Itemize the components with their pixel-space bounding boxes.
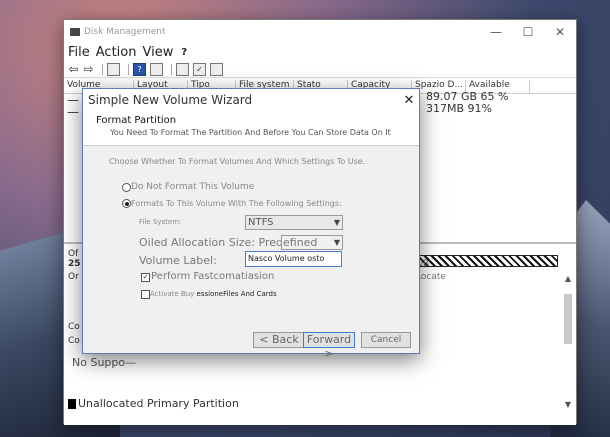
radio-format[interactable]: [122, 199, 131, 208]
wizard-header: Format Partition You Need To Format The …: [83, 111, 419, 146]
volume-label-input[interactable]: Nasco Volume osto: [245, 251, 342, 267]
list-view-icon[interactable]: [210, 62, 223, 76]
minimize-button[interactable]: —: [480, 25, 512, 39]
new-volume-wizard-dialog: Simple New Volume Wizard ✕ Format Partit…: [82, 88, 420, 360]
scroll-down-icon[interactable]: ▼: [562, 400, 574, 409]
forward-arrow-icon[interactable]: ⇨: [83, 63, 94, 75]
compression-label[interactable]: Activate Buy essioneFiles And Cards: [150, 290, 277, 298]
chevron-down-icon: ▼: [333, 218, 340, 227]
help-icon[interactable]: ?: [133, 62, 146, 76]
file-system-label: File System:: [139, 218, 182, 226]
compression-checkbox[interactable]: [141, 290, 150, 299]
maximize-button[interactable]: ☐: [512, 25, 544, 39]
close-button[interactable]: ✕: [544, 25, 576, 39]
menu-view[interactable]: View: [142, 45, 173, 60]
wizard-close-icon[interactable]: ✕: [399, 93, 419, 108]
back-button[interactable]: < Back: [253, 332, 305, 348]
file-system-select[interactable]: NTFS ▼: [245, 215, 343, 230]
connect-drive-icon[interactable]: [176, 62, 189, 76]
cdrom-no-media: No Suppo—: [72, 356, 137, 369]
menu-help[interactable]: ?: [181, 47, 187, 58]
show-hide-console-icon[interactable]: [107, 62, 120, 76]
radio-no-format[interactable]: [122, 183, 131, 192]
scrollbar-thumb[interactable]: [564, 294, 572, 344]
wizard-intro: Choose Whether To Format Volumes And Whi…: [109, 157, 366, 166]
toolbar: ⇦ ⇨ ? ✓: [64, 61, 576, 78]
cdrom-label: Co: [68, 322, 80, 332]
menu-file[interactable]: File: [68, 45, 90, 60]
disk0-status: Or: [68, 272, 79, 282]
vertical-scrollbar[interactable]: ▲ ▼: [562, 274, 574, 409]
cdrom-status: Co: [68, 336, 80, 346]
compression-label-end: essioneFiles And Cards: [196, 290, 277, 298]
window-titlebar[interactable]: Disk Management — ☐ ✕: [64, 20, 576, 43]
legend: Unallocated Primary Partition: [68, 397, 239, 410]
menu-action[interactable]: Action: [96, 45, 137, 60]
toolbar-separator: [102, 63, 103, 75]
toolbar-separator: [128, 63, 129, 75]
radio-no-format-label[interactable]: Do Not Format This Volume: [131, 182, 254, 192]
toolbar-separator: [171, 63, 172, 75]
volume-label-label: Volume Label:: [139, 254, 217, 267]
wizard-body: Choose Whether To Format Volumes And Whi…: [83, 146, 419, 360]
unallocated-swatch: [68, 398, 76, 409]
check-icon[interactable]: ✓: [193, 62, 206, 76]
disk-management-app-icon: [70, 27, 80, 36]
file-system-value: NTFS: [248, 217, 274, 228]
wizard-step-subtitle: You Need To Format The Partition And Bef…: [110, 128, 391, 137]
quick-format-checkbox[interactable]: ✓: [141, 273, 150, 282]
free-space-column: 89.07 GB 65 % 317MB 91%: [426, 91, 509, 115]
compression-label-start: Activate Buy: [150, 290, 195, 298]
partition-status: Locate: [416, 272, 446, 282]
chevron-down-icon: ▼: [333, 238, 340, 247]
wizard-title: Simple New Volume Wizard: [88, 93, 253, 107]
allocation-size-select[interactable]: ▼: [281, 235, 343, 250]
scroll-up-icon[interactable]: ▲: [562, 274, 574, 283]
window-title: Disk Management: [84, 26, 166, 37]
menu-bar: File Action View ?: [64, 43, 576, 61]
disk0-size: 25: [68, 259, 81, 269]
back-arrow-icon[interactable]: ⇦: [68, 63, 79, 75]
wizard-titlebar[interactable]: Simple New Volume Wizard ✕: [83, 89, 419, 111]
disk0-label: Of: [68, 249, 79, 259]
wizard-step-title: Format Partition: [96, 115, 177, 126]
cancel-button[interactable]: Cancel: [361, 332, 411, 348]
free-space-value: 317MB 91%: [426, 102, 492, 115]
properties-icon[interactable]: [150, 62, 163, 76]
legend-unallocated: Unallocated Primary Partition: [78, 397, 239, 410]
radio-format-label[interactable]: Formats To This Volume With The Followin…: [131, 199, 342, 208]
quick-format-label[interactable]: Perform Fastcomatiasion: [151, 271, 274, 282]
next-button[interactable]: Forward >: [303, 332, 355, 360]
